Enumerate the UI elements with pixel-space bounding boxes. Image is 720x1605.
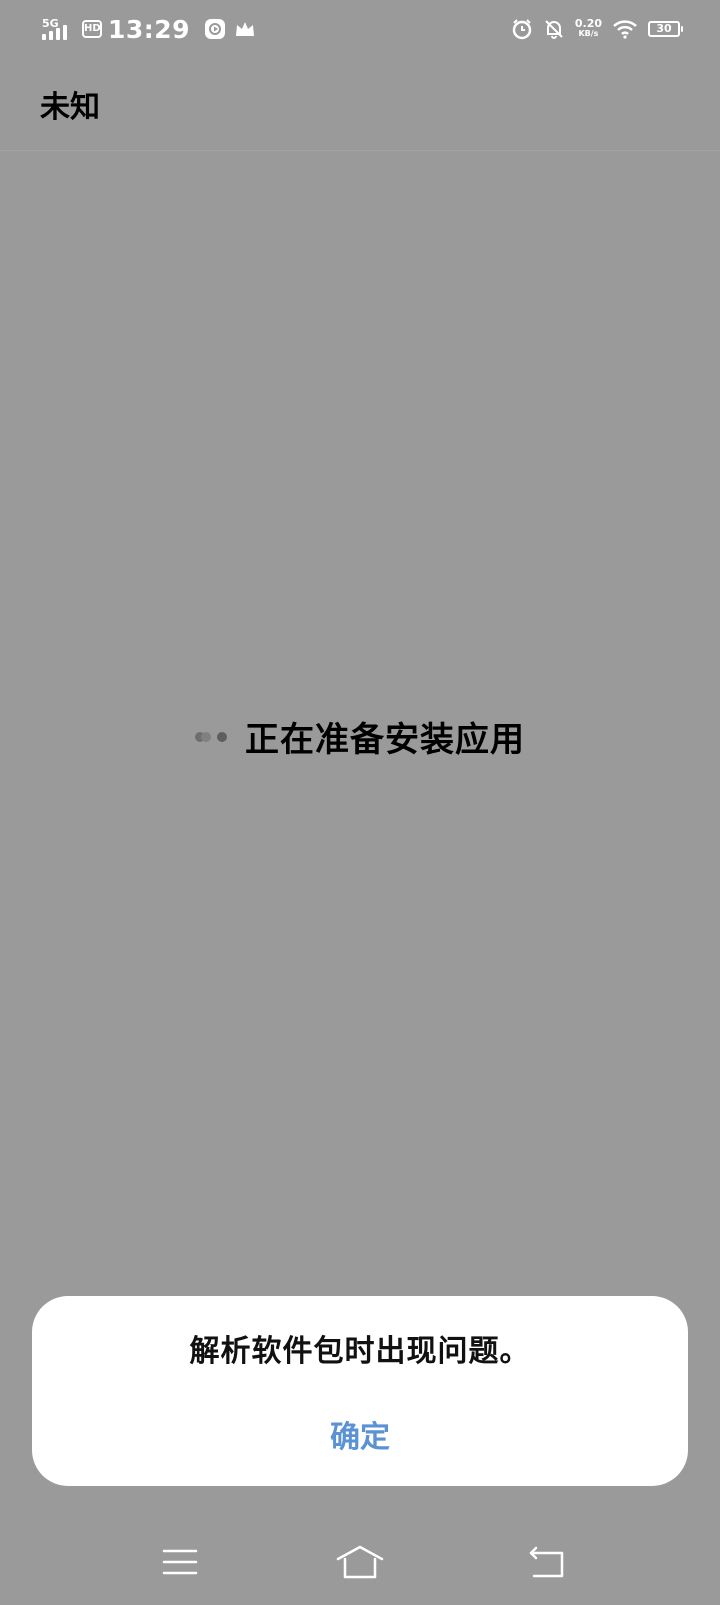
network-speed: 0.20 KB/s [574,17,602,39]
error-dialog: 解析软件包时出现问题。 确定 [32,1296,688,1486]
menu-button[interactable] [152,1540,208,1584]
status-bar-left: 5G HD 13:29 [40,14,264,44]
battery-icon: 30 [648,21,683,37]
signal-icon: 5G [40,16,76,42]
app-notification-icon [205,19,226,39]
crown-icon [236,22,255,36]
alarm-icon [512,19,532,40]
loading-text: 正在准备安装应用 [245,720,525,760]
home-button[interactable] [332,1540,388,1584]
status-bar: 5G HD 13:29 0.20 KB/s 30 [0,0,720,56]
status-bar-right: 0.20 KB/s 30 [501,14,683,44]
speed-value: 0.20 [574,17,602,30]
loading-indicator: 正在准备安装应用 [0,712,720,761]
back-button[interactable] [520,1540,576,1584]
spinner-icon [195,730,231,744]
wifi-icon [613,20,637,39]
bell-off-icon [545,20,563,39]
hd-icon: HD [82,20,102,38]
confirm-button[interactable]: 确定 [310,1414,410,1462]
back-icon [529,1546,564,1578]
page-title: 未知 [40,90,100,125]
speed-unit: KB/s [578,29,599,38]
dialog-message: 解析软件包时出现问题。 [189,1334,531,1369]
clock: 13:29 [108,14,191,44]
menu-icon [162,1549,198,1575]
navigation-bar [0,1530,720,1600]
home-icon [336,1545,384,1579]
app-header: 未知 [0,56,720,151]
